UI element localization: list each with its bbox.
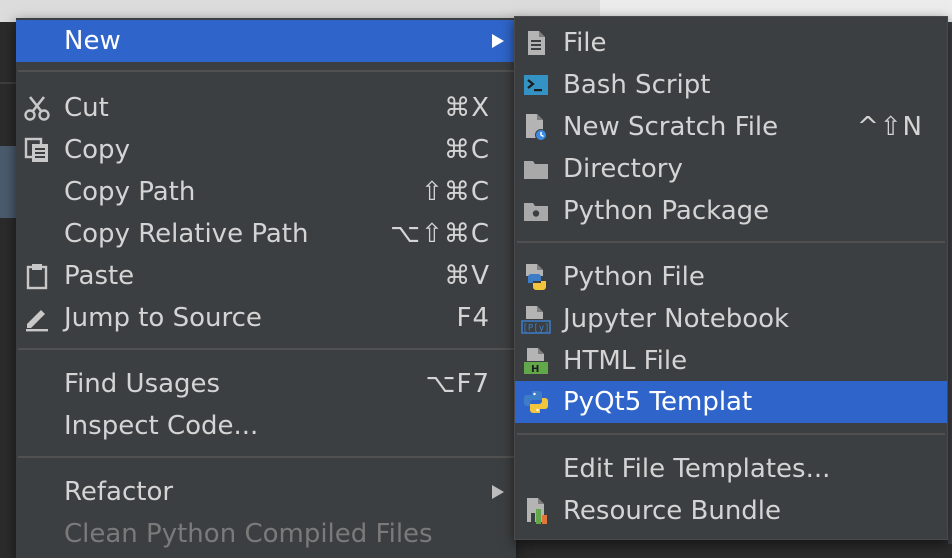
folder-icon xyxy=(521,154,551,184)
submenu-item-file[interactable]: File xyxy=(515,22,947,64)
menu-separator xyxy=(517,433,945,435)
submenu-item-edit-file-templates[interactable]: Edit File Templates... xyxy=(515,448,947,490)
new-submenu: File Bash Script New Scratch File ^⇧N Di… xyxy=(514,16,948,540)
menu-item-label: Bash Script xyxy=(563,70,711,100)
menu-item-inspect-code[interactable]: Inspect Code... xyxy=(16,405,516,447)
menu-item-refactor[interactable]: Refactor xyxy=(16,471,516,513)
menu-item-label: Copy xyxy=(64,135,130,165)
menu-item-label: Cut xyxy=(64,93,109,123)
svg-text:[P[y]: [P[y] xyxy=(522,324,549,334)
submenu-item-new-scratch-file[interactable]: New Scratch File ^⇧N xyxy=(515,106,947,148)
submenu-item-pyqt5-templat[interactable]: PyQt5 Templat xyxy=(515,381,947,423)
python-logo-icon xyxy=(521,387,551,417)
scissors-icon xyxy=(22,93,52,123)
pencil-icon xyxy=(22,303,52,333)
menu-item-label: Copy Path xyxy=(64,177,196,207)
menu-item-jump-to-source[interactable]: Jump to Source F4 xyxy=(16,297,516,339)
menu-item-label: New xyxy=(64,26,121,56)
menu-item-shortcut: ⇧⌘C xyxy=(421,177,490,207)
menu-item-copy[interactable]: Copy ⌘C xyxy=(16,129,516,171)
submenu-item-bash-script[interactable]: Bash Script xyxy=(515,64,947,106)
python-file-icon xyxy=(521,262,551,292)
menu-item-label: HTML File xyxy=(563,346,688,376)
svg-text:H: H xyxy=(531,364,539,375)
menu-separator xyxy=(18,456,514,458)
menu-item-label: Edit File Templates... xyxy=(563,454,831,484)
submenu-item-directory[interactable]: Directory xyxy=(515,148,947,190)
menu-item-label: Directory xyxy=(563,154,683,184)
submenu-arrow-icon xyxy=(492,485,504,499)
menu-separator xyxy=(517,241,945,243)
menu-item-copy-relative-path[interactable]: Copy Relative Path ⌥⇧⌘C xyxy=(16,213,516,255)
menu-item-clean-python-compiled-files: Clean Python Compiled Files xyxy=(16,513,516,555)
submenu-item-resource-bundle[interactable]: Resource Bundle xyxy=(515,490,947,532)
menu-item-label: Python File xyxy=(563,262,705,292)
menu-item-find-usages[interactable]: Find Usages ⌥F7 xyxy=(16,363,516,405)
menu-item-label: Python Package xyxy=(563,196,770,226)
scratch-file-icon xyxy=(521,112,551,142)
menu-item-label: File xyxy=(563,28,607,58)
menu-item-shortcut: ⌘C xyxy=(443,135,490,165)
menu-item-label: Paste xyxy=(64,261,135,291)
menu-separator xyxy=(18,348,514,350)
menu-item-new[interactable]: New xyxy=(16,20,516,62)
submenu-item-python-file[interactable]: Python File xyxy=(515,256,947,298)
terminal-icon xyxy=(521,70,551,100)
menu-item-shortcut: F4 xyxy=(456,303,490,333)
context-menu: New Cut ⌘X Copy ⌘C Copy Path ⇧⌘C Copy Re… xyxy=(16,18,516,558)
jupyter-file-icon: [P[y] xyxy=(521,304,551,334)
submenu-item-python-package[interactable]: Python Package xyxy=(515,190,947,232)
clipboard-icon xyxy=(22,261,52,291)
resource-bundle-icon xyxy=(521,496,551,526)
menu-item-label: Jupyter Notebook xyxy=(563,304,790,334)
menu-separator xyxy=(18,70,514,72)
menu-item-label: PyQt5 Templat xyxy=(563,387,753,417)
html-file-icon: H xyxy=(521,346,551,376)
submenu-arrow-icon xyxy=(492,34,504,48)
menu-item-label: Resource Bundle xyxy=(563,496,782,526)
menu-item-label: Copy Relative Path xyxy=(64,219,309,249)
menu-item-label: Refactor xyxy=(64,477,174,507)
background-editor-edge xyxy=(948,22,952,544)
package-folder-icon xyxy=(521,196,551,226)
menu-item-shortcut: ⌥F7 xyxy=(425,369,490,399)
submenu-item-jupyter-notebook[interactable]: [P[y] Jupyter Notebook xyxy=(515,298,947,340)
file-icon xyxy=(521,28,551,58)
menu-item-label: Find Usages xyxy=(64,369,221,399)
menu-item-label: Inspect Code... xyxy=(64,411,259,441)
menu-item-shortcut: ⌘V xyxy=(444,261,490,291)
menu-item-shortcut: ⌘X xyxy=(444,93,490,123)
menu-item-label: Jump to Source xyxy=(64,303,262,333)
menu-item-copy-path[interactable]: Copy Path ⇧⌘C xyxy=(16,171,516,213)
menu-item-shortcut: ^⇧N xyxy=(856,112,923,142)
menu-item-shortcut: ⌥⇧⌘C xyxy=(390,219,490,249)
copy-icon xyxy=(22,135,52,165)
menu-item-label: New Scratch File xyxy=(563,112,779,142)
submenu-item-html-file[interactable]: H HTML File xyxy=(515,340,947,382)
menu-item-paste[interactable]: Paste ⌘V xyxy=(16,255,516,297)
menu-item-label: Clean Python Compiled Files xyxy=(64,519,433,549)
menu-item-cut[interactable]: Cut ⌘X xyxy=(16,87,516,129)
